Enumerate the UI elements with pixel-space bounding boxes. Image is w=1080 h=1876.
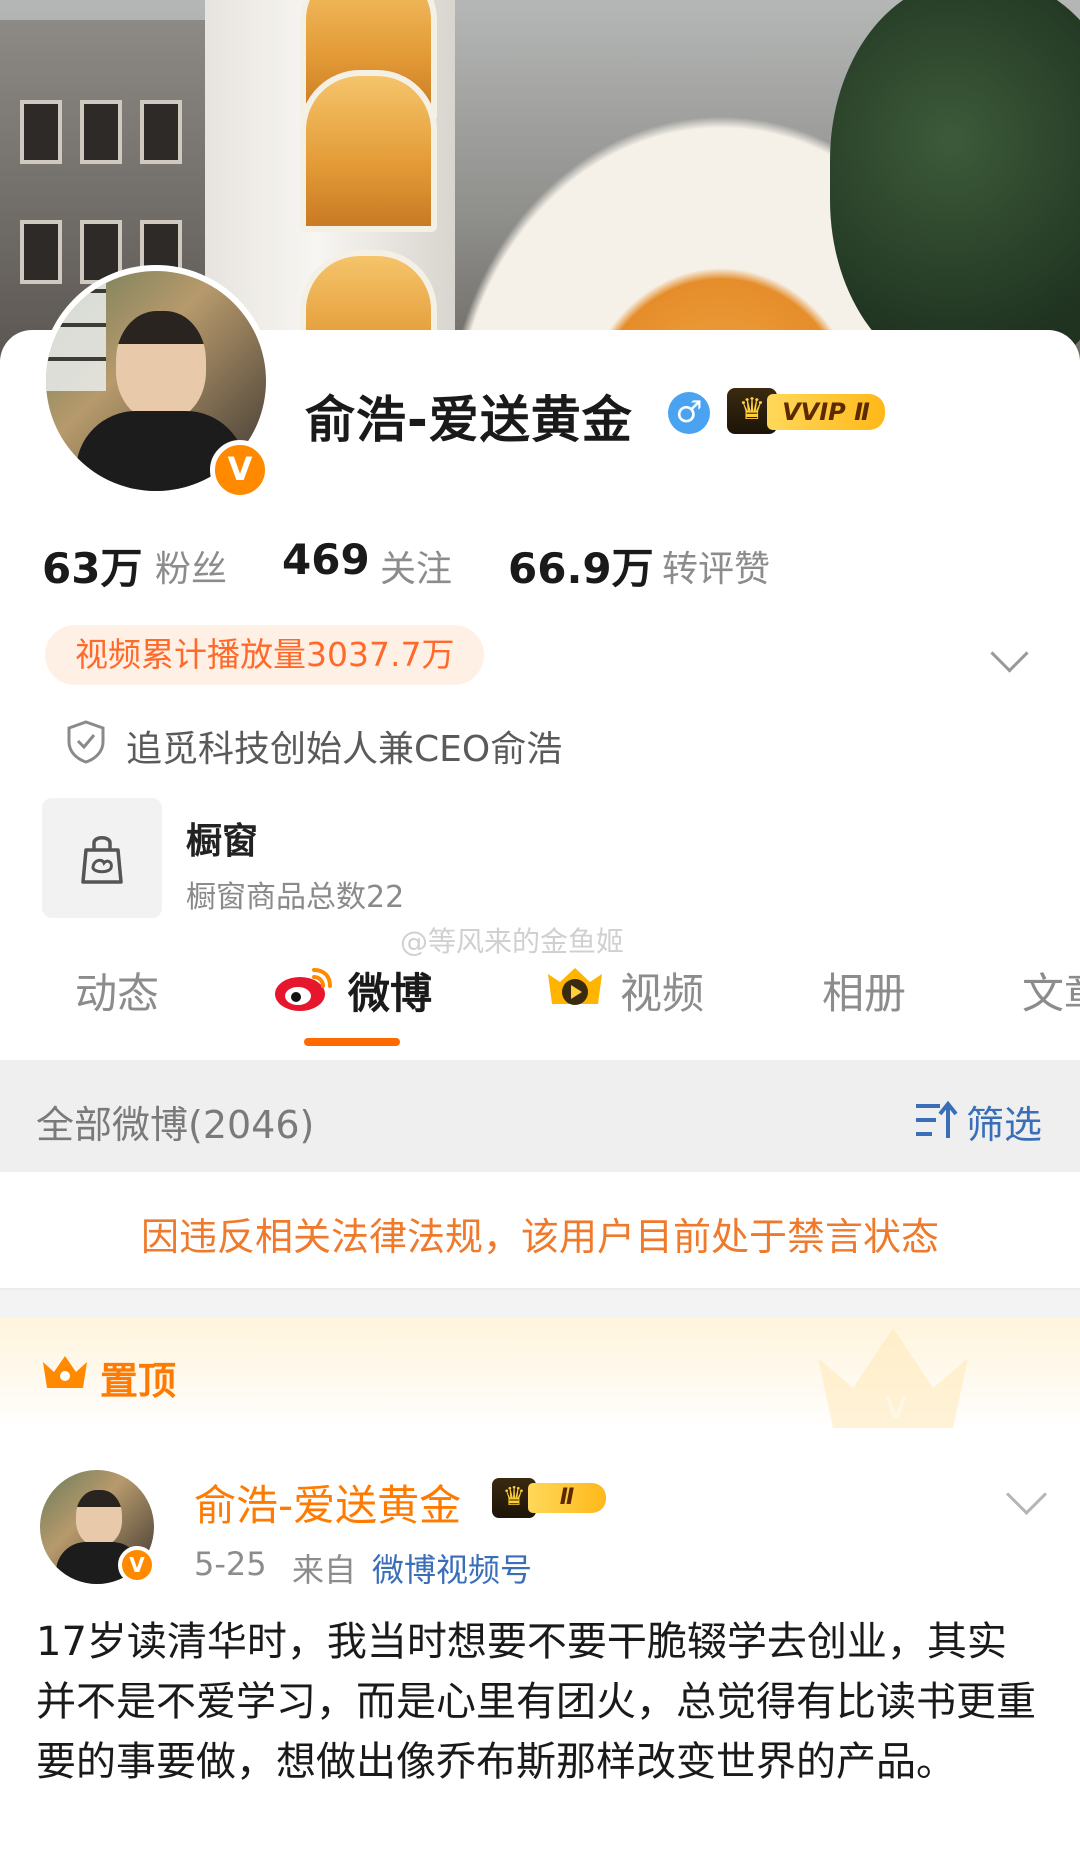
ban-notice-text: 因违反相关法律法规，该用户目前处于禁言状态 xyxy=(140,1215,939,1259)
tab-album[interactable]: 相册 xyxy=(822,960,906,1021)
tab-article[interactable]: 文章 xyxy=(1022,960,1080,1021)
interactions-count[interactable]: 66.9万 xyxy=(508,535,654,596)
post-source-link[interactable]: 微博视频号 xyxy=(372,1545,532,1591)
section-divider xyxy=(0,1290,1080,1318)
fans-label[interactable]: 粉丝 xyxy=(155,540,227,592)
vvip-badge[interactable]: ♛ VVIP Ⅱ xyxy=(727,388,887,434)
following-count[interactable]: 469 xyxy=(282,535,370,584)
shop-window-subtitle: 橱窗商品总数22 xyxy=(186,880,405,915)
verification-text: 追觅科技创始人兼CEO俞浩 xyxy=(126,729,563,770)
banner-tree xyxy=(830,0,1080,360)
shield-icon xyxy=(67,720,105,764)
following-label[interactable]: 关注 xyxy=(380,540,452,592)
post-author-name[interactable]: 俞浩-爱送黄金 xyxy=(194,1472,461,1533)
video-plays-pill[interactable]: 视频累计播放量3037.7万 xyxy=(45,625,485,685)
video-play-icon xyxy=(548,968,602,1005)
tab-video[interactable]: 视频 xyxy=(620,960,704,1021)
verified-badge-icon: V xyxy=(118,1546,156,1584)
chevron-down-icon[interactable] xyxy=(1005,1473,1048,1516)
active-tab-indicator xyxy=(304,1038,400,1046)
post-text[interactable]: 17岁读清华时，我当时想要不要干脆辍学去创业，其实并不是不爱学习，而是心里有团火… xyxy=(36,1612,1046,1792)
post-from-label: 来自 xyxy=(292,1551,357,1589)
tab-weibo[interactable]: 微博 xyxy=(348,960,432,1021)
weibo-logo-icon xyxy=(275,968,332,1011)
crown-watermark-icon: v xyxy=(818,1328,968,1428)
male-gender-icon: ♂ xyxy=(668,392,710,434)
pinned-label: 置顶 xyxy=(100,1359,177,1403)
filter-sort-icon[interactable] xyxy=(914,1100,958,1140)
shopping-bag-icon xyxy=(81,836,123,884)
svg-text:v: v xyxy=(884,1382,908,1428)
post-date: 5-25 xyxy=(194,1545,267,1583)
crown-icon xyxy=(43,1356,87,1388)
post-vip-badge[interactable]: ♛ Ⅱ xyxy=(492,1478,608,1518)
all-weibo-count[interactable]: 全部微博(2046) xyxy=(36,1094,314,1149)
vvip-label: VVIP Ⅱ xyxy=(767,394,885,430)
post-vip-label: Ⅱ xyxy=(528,1483,606,1513)
fans-count[interactable]: 63万 xyxy=(42,535,142,596)
verified-badge-icon: V xyxy=(210,440,270,500)
shop-window-title[interactable]: 橱窗 xyxy=(186,812,258,864)
watermark: @等风来的金鱼姬 xyxy=(400,925,625,958)
profile-name: 俞浩-爱送黄金 xyxy=(305,391,633,449)
filter-button[interactable]: 筛选 xyxy=(966,1094,1042,1149)
tab-dynamic[interactable]: 动态 xyxy=(75,960,159,1021)
interactions-label[interactable]: 转评赞 xyxy=(662,540,770,592)
